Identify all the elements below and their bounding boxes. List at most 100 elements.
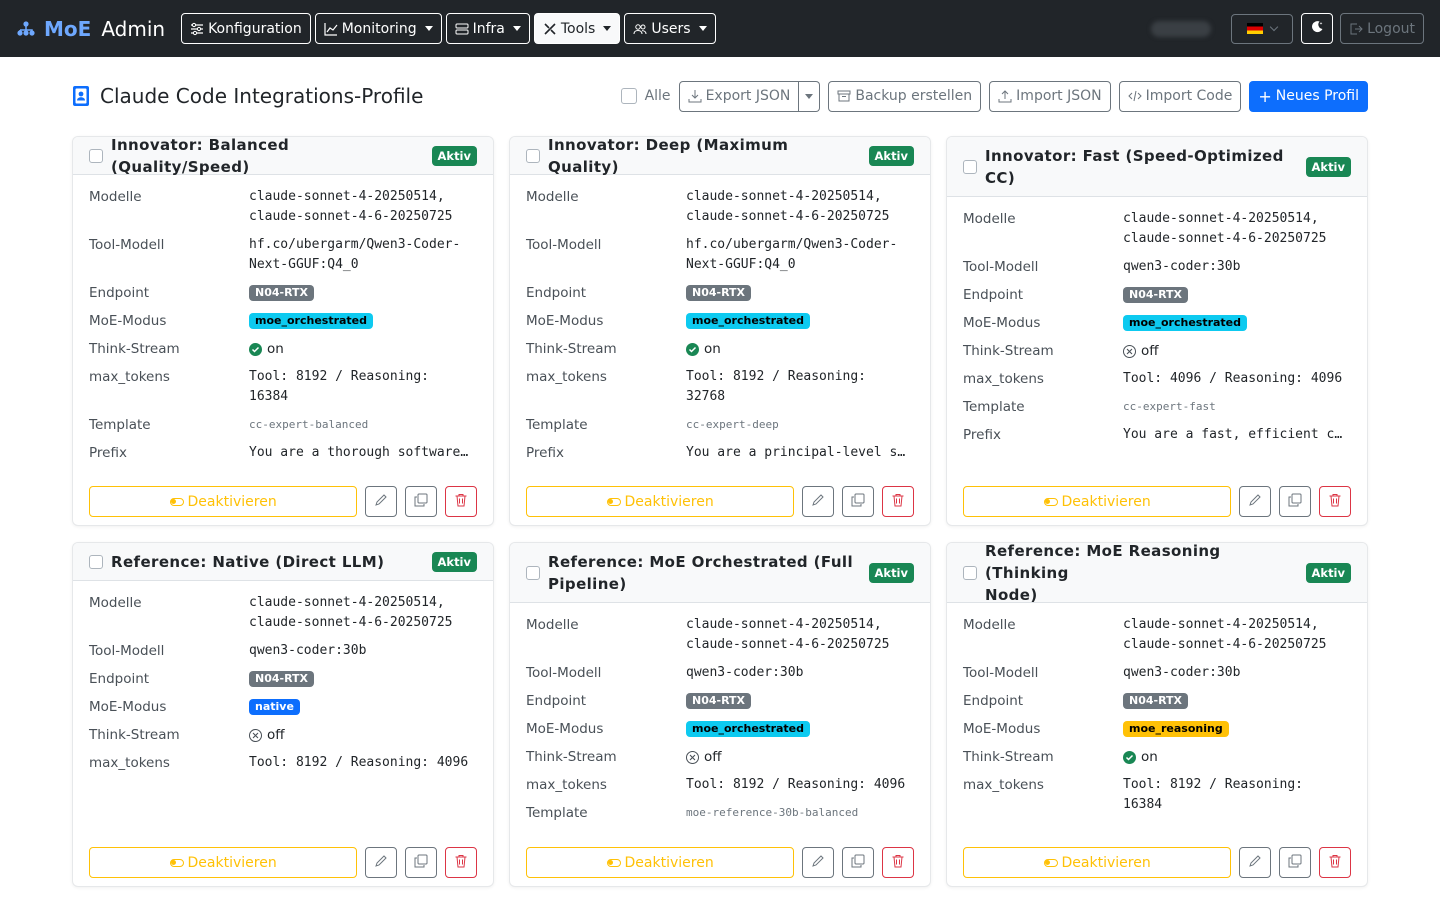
profile-title-line-2: CC) — [985, 168, 1016, 187]
nav-tools[interactable]: Tools — [533, 13, 621, 44]
import-code-button[interactable]: Import Code — [1118, 80, 1242, 112]
profile-title-line-2: Pipeline) — [548, 574, 627, 593]
x-circle-icon — [686, 750, 699, 764]
row-models: Modelle claude-sonnet-4-20250514, claude-s… — [89, 187, 477, 227]
status-badge: Aktiv — [431, 145, 477, 166]
duplicate-button[interactable] — [405, 486, 438, 517]
deactivate-button[interactable]: Deaktivieren — [963, 486, 1232, 517]
check-circle-icon — [249, 342, 262, 356]
nav-infra[interactable]: Infra — [445, 13, 530, 44]
delete-button[interactable] — [882, 847, 915, 878]
profile-select-checkbox[interactable] — [526, 565, 540, 580]
models-label: Modelle — [89, 595, 142, 611]
profile-card: Innovator: Balanced (Quality/Speed) Akti… — [72, 136, 494, 526]
think-stream-value: off — [1123, 341, 1351, 361]
moe-mode-label: MoE-Modus — [89, 313, 167, 329]
check-circle-icon — [686, 342, 699, 356]
profile-title: Reference: MoE Reasoning (Thinking Node) — [985, 543, 1298, 606]
models-label: Modelle — [963, 617, 1016, 633]
edit-button[interactable] — [1239, 486, 1272, 517]
prefix-value: You are a thorough software… — [249, 445, 469, 460]
delete-button[interactable] — [882, 486, 915, 517]
row-moe-mode: MoE-Modus native — [89, 697, 477, 717]
card-header: Innovator: Fast (Speed-Optimized CC) Akti… — [947, 137, 1367, 197]
duplicate-button[interactable] — [842, 847, 875, 878]
endpoint-badge: N04-RTX — [249, 671, 315, 687]
think-stream-label: Think-Stream — [526, 341, 617, 357]
row-prefix: Prefix You are a thorough software… — [89, 443, 477, 463]
import-json-button[interactable]: Import JSON — [989, 80, 1111, 112]
row-template: Template moe-reference-30b-balanced — [526, 803, 914, 823]
pencil-icon — [374, 493, 388, 511]
backup-label: Backup erstellen — [855, 88, 973, 104]
export-json-button[interactable]: Export JSON — [678, 80, 800, 112]
deactivate-button[interactable]: Deaktivieren — [963, 847, 1232, 878]
deactivate-button[interactable]: Deaktivieren — [526, 847, 795, 878]
moe-mode-label: MoE-Modus — [963, 315, 1041, 331]
deactivate-button[interactable]: Deaktivieren — [89, 486, 358, 517]
row-models: Modelle claude-sonnet-4-20250514, claude-s… — [963, 209, 1351, 249]
tool-model-value: hf.co/ubergarm/Qwen3-Coder- Next-GGUF:Q4_… — [686, 235, 914, 275]
max-tokens-value: Tool: 8192 / Reasoning: 32768 — [686, 367, 914, 407]
copy-icon — [1288, 854, 1302, 872]
profile-select-checkbox[interactable] — [89, 554, 103, 569]
nav-konfiguration[interactable]: Konfiguration — [181, 13, 311, 44]
row-moe-mode: MoE-Modus moe_orchestrated — [89, 311, 477, 331]
deactivate-button[interactable]: Deaktivieren — [526, 486, 795, 517]
row-max-tokens: max_tokens Tool: 8192 / Reasoning: 32768 — [526, 367, 914, 407]
row-moe-mode: MoE-Modus moe_orchestrated — [526, 311, 914, 331]
endpoint-value: N04-RTX — [1123, 285, 1351, 305]
deactivate-label: Deaktivieren — [624, 854, 714, 871]
profile-select-checkbox[interactable] — [89, 148, 103, 163]
delete-button[interactable] — [445, 847, 478, 878]
duplicate-button[interactable] — [405, 847, 438, 878]
duplicate-button[interactable] — [842, 486, 875, 517]
profile-title-line-1: Reference: MoE Orchestrated (Full — [548, 552, 853, 571]
edit-button[interactable] — [365, 847, 398, 878]
nav-monitoring[interactable]: Monitoring — [314, 13, 442, 44]
profile-title: Innovator: Deep (Maximum Quality) — [548, 136, 789, 176]
language-select[interactable] — [1231, 13, 1294, 44]
edit-button[interactable] — [802, 486, 835, 517]
import-code-label: Import Code — [1145, 88, 1233, 104]
id-card-icon — [72, 85, 92, 107]
new-profile-button[interactable]: + Neues Profil — [1249, 80, 1368, 112]
delete-button[interactable] — [1319, 486, 1352, 517]
backup-button[interactable]: Backup erstellen — [828, 80, 982, 112]
check-circle-icon — [1123, 750, 1136, 764]
duplicate-button[interactable] — [1279, 847, 1312, 878]
deactivate-button[interactable]: Deaktivieren — [89, 847, 358, 878]
profile-select-checkbox[interactable] — [963, 159, 977, 174]
theme-toggle-button[interactable] — [1301, 13, 1334, 44]
nav-users[interactable]: Users — [624, 13, 716, 44]
endpoint-value: N04-RTX — [1123, 691, 1351, 711]
card-body: Modelle claude-sonnet-4-20250514, claude-s… — [73, 175, 493, 463]
select-all-checkbox[interactable] — [620, 88, 637, 104]
think-stream-text: on — [704, 341, 721, 357]
edit-button[interactable] — [365, 486, 398, 517]
export-json-dropdown-toggle[interactable] — [799, 80, 821, 112]
edit-button[interactable] — [1239, 847, 1272, 878]
model-2: claude-sonnet-4-6-20250725 — [1123, 231, 1327, 246]
chevron-down-icon — [1269, 22, 1279, 31]
brand-moe: MoE — [44, 16, 92, 41]
prefix-value: You are a fast, efficient c… — [1123, 427, 1343, 442]
tool-model-label: Tool-Modell — [963, 259, 1039, 275]
endpoint-value: N04-RTX — [249, 283, 477, 303]
logout-button[interactable]: Logout — [1340, 13, 1424, 44]
duplicate-button[interactable] — [1279, 486, 1312, 517]
delete-button[interactable] — [1319, 847, 1352, 878]
profile-select-checkbox[interactable] — [526, 148, 540, 163]
delete-button[interactable] — [445, 486, 478, 517]
edit-button[interactable] — [802, 847, 835, 878]
moe-mode-label: MoE-Modus — [526, 721, 604, 737]
models-value: claude-sonnet-4-20250514, claude-sonnet-4… — [249, 187, 477, 227]
think-stream-text: off — [1141, 343, 1159, 359]
profile-select-checkbox[interactable] — [963, 565, 977, 580]
brand[interactable]: MoE Admin — [16, 17, 165, 41]
status-badge: Aktiv — [868, 562, 914, 583]
max-tokens-line-2: 16384 — [1123, 797, 1163, 812]
row-max-tokens: max_tokens Tool: 8192 / Reasoning: 4096 — [89, 753, 477, 773]
export-json-label: Export JSON — [705, 88, 791, 104]
brand-admin: Admin — [101, 16, 166, 41]
